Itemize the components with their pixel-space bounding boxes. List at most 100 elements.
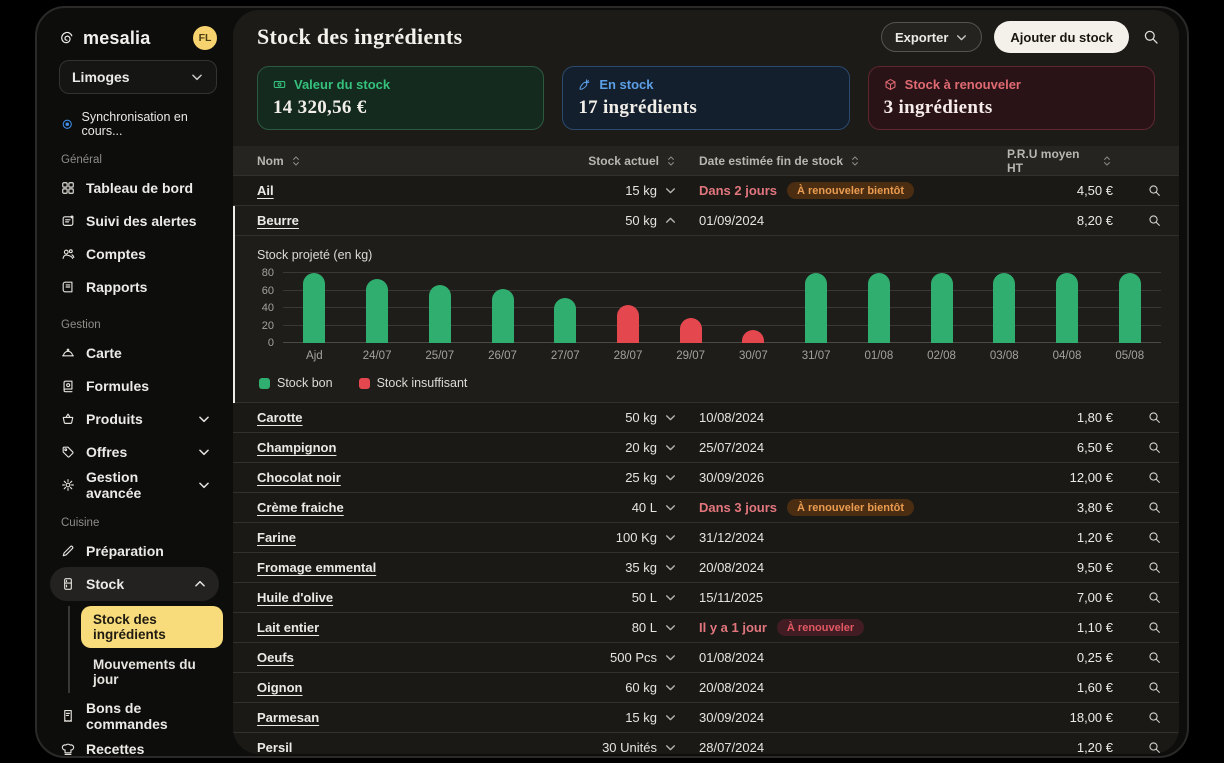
bar-28-07[interactable] (617, 305, 639, 344)
name-cell: Farine (257, 530, 557, 545)
ingredient-name-link[interactable]: Oeufs (257, 650, 294, 665)
row-search-button[interactable] (1148, 591, 1161, 604)
sidebar-item-offres[interactable]: Offres (59, 435, 223, 468)
stock-cell[interactable]: 20 kg (557, 440, 677, 455)
avatar[interactable]: FL (193, 26, 217, 50)
column-header-p-r-u-moyen-ht[interactable]: P.R.U moyen HT (1007, 147, 1113, 175)
column-header-nom[interactable]: Nom (257, 154, 557, 168)
sidebar-subitem-mouvements-du-jour[interactable]: Mouvements du jour (81, 651, 223, 693)
row-search-button[interactable] (1148, 411, 1161, 424)
bar-24-07[interactable] (366, 279, 388, 343)
stock-cell[interactable]: 30 Unités (557, 740, 677, 754)
stock-cell[interactable]: 15 kg (557, 710, 677, 725)
bar-27-07[interactable] (554, 298, 576, 343)
search-icon[interactable] (1143, 29, 1159, 45)
chart-legend: Stock bonStock insuffisant (259, 376, 1161, 390)
row-search-button[interactable] (1148, 741, 1161, 754)
ingredient-name-link[interactable]: Champignon (257, 440, 336, 455)
ingredient-name-link[interactable]: Farine (257, 530, 296, 545)
sidebar-item-tableau-de-bord[interactable]: Tableau de bord (59, 171, 223, 204)
row-search-button[interactable] (1148, 501, 1161, 514)
stock-cell[interactable]: 500 Pcs (557, 650, 677, 665)
row-search-button[interactable] (1148, 651, 1161, 664)
ingredient-name-link[interactable]: Persil (257, 740, 292, 754)
bar-26-07[interactable] (492, 289, 514, 343)
stock-cell[interactable]: 50 kg (557, 410, 677, 425)
location-select[interactable]: Limoges (59, 60, 217, 94)
export-button[interactable]: Exporter (881, 22, 982, 52)
stock-cell[interactable]: 80 L (557, 620, 677, 635)
x-tick-label: 25/07 (408, 350, 471, 362)
column-header-date-estimee-fin-de-stock[interactable]: Date estimée fin de stock (677, 154, 1007, 168)
row-search-button[interactable] (1148, 561, 1161, 574)
ingredient-name-link[interactable]: Parmesan (257, 710, 319, 725)
stock-cell[interactable]: 50 L (557, 590, 677, 605)
sidebar-item-stock[interactable]: Stock (50, 567, 219, 601)
ingredient-name-link[interactable]: Crème fraiche (257, 500, 344, 515)
sidebar-item-recettes[interactable]: Recettes (59, 732, 223, 756)
stock-cell[interactable]: 35 kg (557, 560, 677, 575)
add-stock-button[interactable]: Ajouter du stock (994, 21, 1129, 53)
bar-31-07[interactable] (805, 273, 827, 343)
main-panel: Stock des ingrédients Exporter Ajouter d… (233, 10, 1179, 754)
chart-plot (283, 273, 1161, 343)
row-search-button[interactable] (1148, 214, 1161, 227)
stock-cell[interactable]: 40 L (557, 500, 677, 515)
ingredient-name-link[interactable]: Carotte (257, 410, 303, 425)
sidebar-item-produits[interactable]: Produits (59, 402, 223, 435)
bar-29-07[interactable] (680, 318, 702, 343)
sidebar-item-preparation[interactable]: Préparation (59, 534, 223, 567)
bar-01-08[interactable] (868, 273, 890, 343)
row-search-button[interactable] (1148, 471, 1161, 484)
ingredient-name-link[interactable]: Lait entier (257, 620, 319, 635)
bar-04-08[interactable] (1056, 273, 1078, 343)
table-row-farine: Farine100 Kg31/12/20241,20 € (233, 523, 1179, 553)
row-search-button[interactable] (1148, 531, 1161, 544)
bar-slot (910, 273, 973, 343)
ingredient-name-link[interactable]: Ail (257, 183, 274, 198)
row-search-button[interactable] (1148, 621, 1161, 634)
ingredient-name-link[interactable]: Huile d'olive (257, 590, 333, 605)
bar-30-07[interactable] (742, 330, 764, 343)
ingredient-name-link[interactable]: Fromage emmental (257, 560, 376, 575)
bar-ajd[interactable] (303, 273, 325, 343)
sidebar-item-rapports[interactable]: Rapports (59, 270, 223, 303)
ingredient-name-link[interactable]: Beurre (257, 213, 299, 228)
y-tick-label: 20 (262, 320, 274, 332)
row-search-button[interactable] (1148, 681, 1161, 694)
sidebar-item-label: Recettes (86, 741, 144, 757)
row-search-button[interactable] (1148, 711, 1161, 724)
row-search-button[interactable] (1148, 441, 1161, 454)
sidebar-item-label: Comptes (86, 246, 146, 262)
sidebar-subitem-stock-des-ingredients[interactable]: Stock des ingrédients (81, 606, 223, 648)
stock-cell[interactable]: 60 kg (557, 680, 677, 695)
date-cell: 31/12/2024 (677, 530, 1007, 545)
sidebar-item-carte[interactable]: Carte (59, 336, 223, 369)
sidebar-item-suivi-des-alertes[interactable]: Suivi des alertes (59, 204, 223, 237)
bar-02-08[interactable] (931, 273, 953, 343)
sidebar-item-bons-de-commandes[interactable]: Bons de commandes (59, 699, 223, 732)
stock-cell[interactable]: 15 kg (557, 183, 677, 198)
stock-cell[interactable]: 100 Kg (557, 530, 677, 545)
date-cell: 01/09/2024 (677, 213, 1007, 228)
chevron-down-icon (664, 651, 677, 664)
ingredient-name-link[interactable]: Oignon (257, 680, 303, 695)
bar-05-08[interactable] (1119, 273, 1141, 343)
bar-03-08[interactable] (993, 273, 1015, 343)
sidebar-nav: GénéralTableau de bordSuivi des alertesC… (59, 154, 223, 756)
bar-25-07[interactable] (429, 285, 451, 343)
stat-card-valeur-du-stock: Valeur du stock14 320,56 € (257, 66, 544, 130)
stock-cell[interactable]: 50 kg (557, 213, 677, 228)
row-search-button[interactable] (1148, 184, 1161, 197)
name-cell: Persil (257, 740, 557, 754)
stock-cell[interactable]: 25 kg (557, 470, 677, 485)
x-tick-label: 27/07 (534, 350, 597, 362)
sidebar-item-formules[interactable]: Formules (59, 369, 223, 402)
ingredient-name-link[interactable]: Chocolat noir (257, 470, 341, 485)
stock-value: 50 kg (625, 410, 657, 425)
sidebar-item-comptes[interactable]: Comptes (59, 237, 223, 270)
stock-projection-chart: Stock projeté (en kg)020406080Ajd24/0725… (235, 236, 1179, 403)
column-header-stock-actuel[interactable]: Stock actuel (557, 154, 677, 168)
sidebar-item-gestion-avancee[interactable]: Gestion avancée (59, 468, 223, 501)
sync-status: Synchronisation en cours... (61, 110, 223, 138)
